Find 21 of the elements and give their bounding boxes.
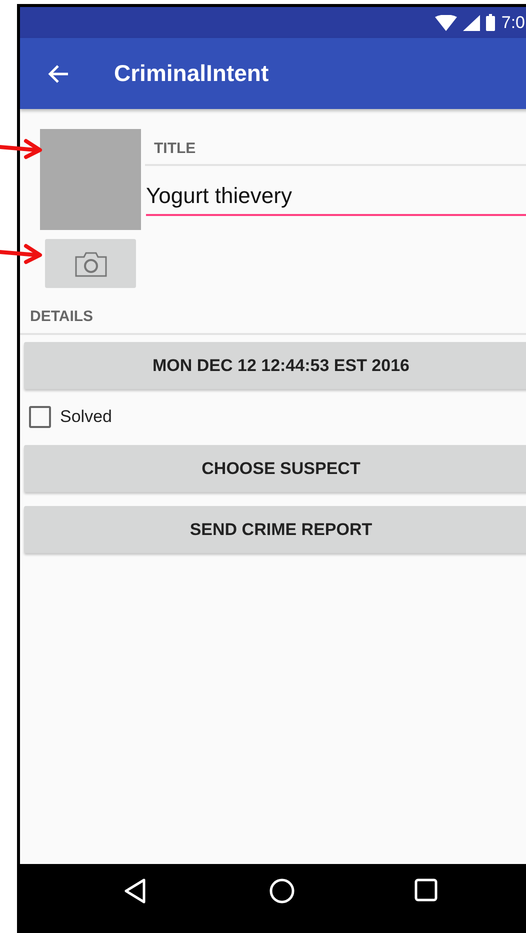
camera-icon <box>74 250 106 276</box>
status-time: 7:0 <box>501 14 525 31</box>
solved-label: Solved <box>60 406 112 428</box>
action-button[interactable]: CHOOSE SUSPECT <box>24 445 526 492</box>
arrow-icon <box>0 138 44 160</box>
battery-icon <box>486 14 496 31</box>
home-circle-icon[interactable] <box>269 878 295 904</box>
back-arrow-icon <box>47 64 69 84</box>
camera-button[interactable] <box>45 239 136 288</box>
title-input[interactable]: Yogurt thievery <box>146 182 526 216</box>
details-label: DETAILS <box>30 309 94 324</box>
wifi-icon <box>435 14 458 30</box>
arrow-icon <box>0 243 44 265</box>
action-button[interactable]: SEND CRIME REPORT <box>24 506 526 553</box>
date-button[interactable]: MON DEC 12 12:44:53 EST 2016 <box>24 342 526 389</box>
app-title: CriminalIntent <box>114 59 269 88</box>
back-triangle-icon[interactable] <box>123 878 147 904</box>
solved-checkbox[interactable] <box>29 406 51 428</box>
signal-icon <box>463 14 480 30</box>
overview-square-icon[interactable] <box>414 878 438 902</box>
title-label: TITLE <box>154 141 197 156</box>
